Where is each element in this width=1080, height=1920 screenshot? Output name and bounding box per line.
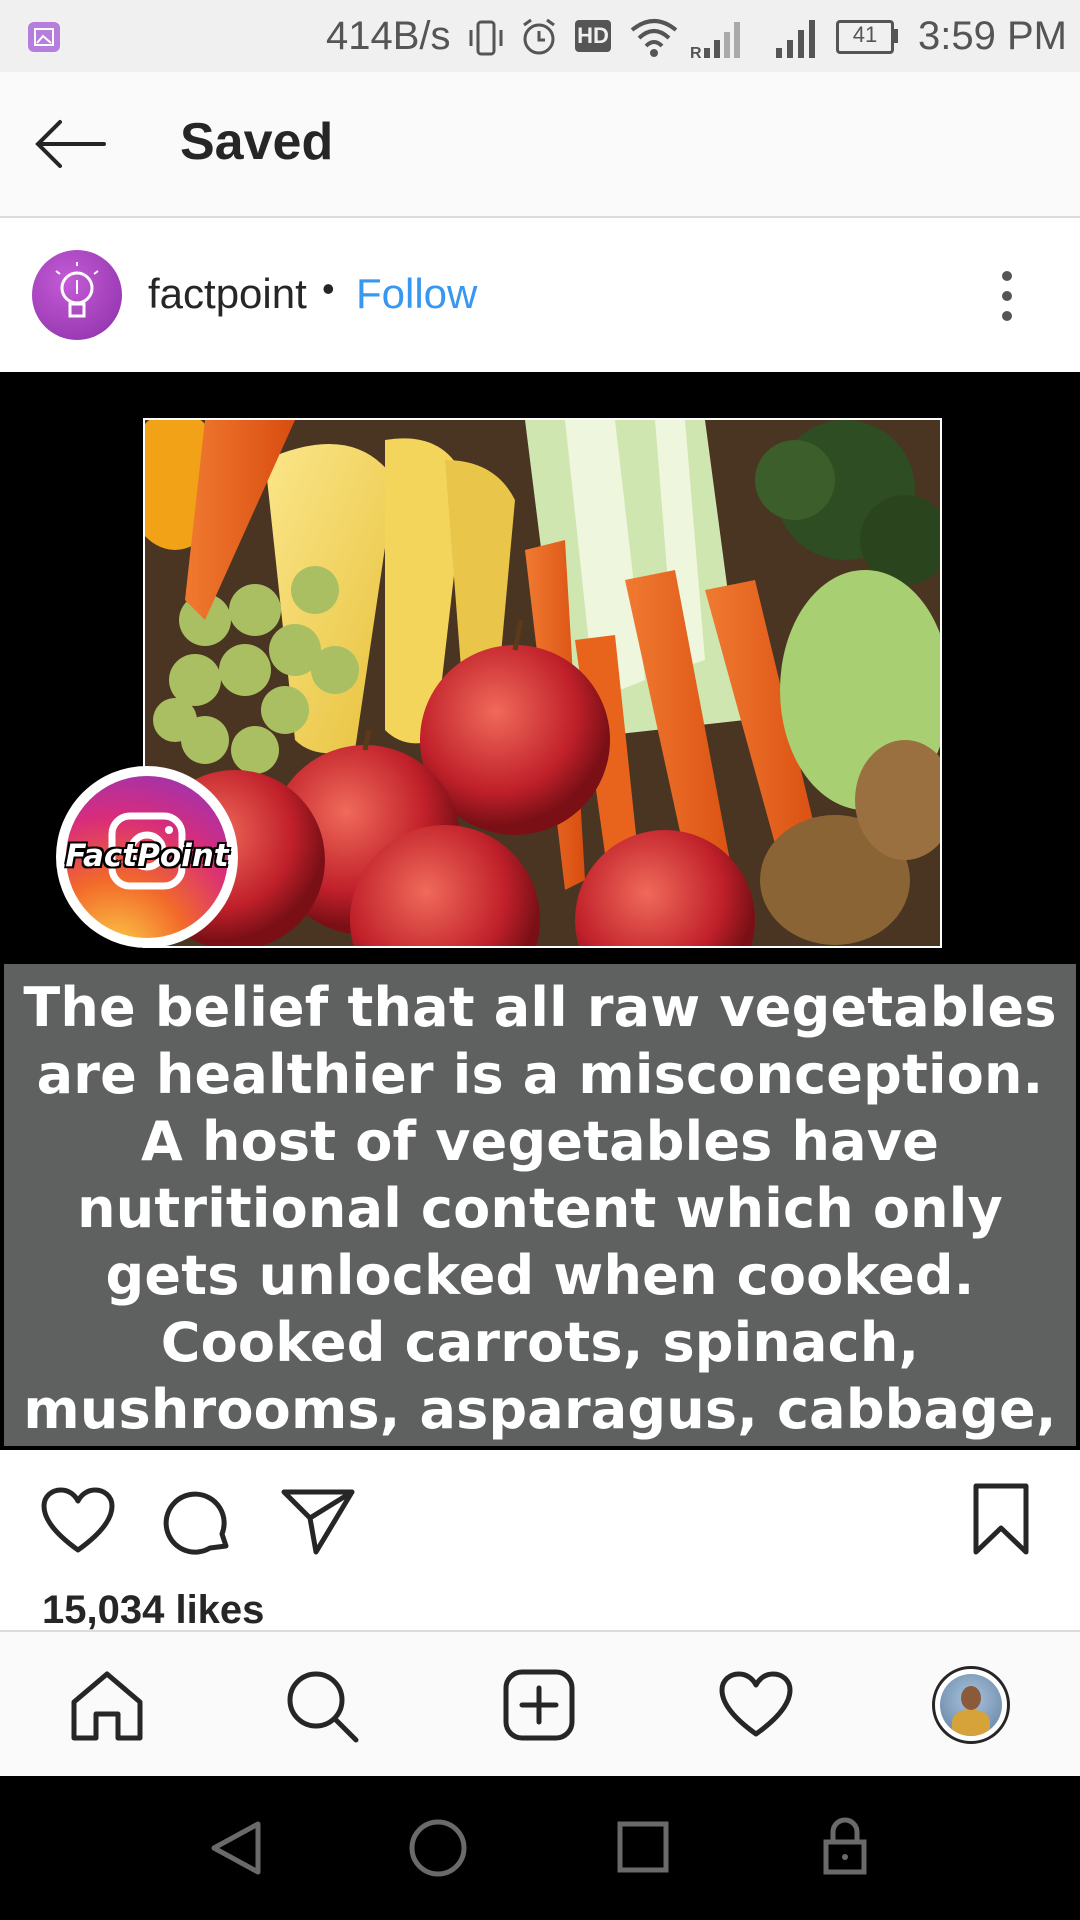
signal-icon [774, 18, 820, 65]
heart-icon[interactable] [40, 1486, 116, 1561]
clock: 3:59 PM [918, 14, 1067, 58]
status-bar: 414B/s HD R 41 3:59 PM [0, 0, 1080, 72]
alarm-icon [518, 16, 560, 63]
app-header: Saved [0, 72, 1080, 218]
factpoint-watermark-text: FactPoint [65, 838, 229, 874]
post-header: factpoint • Follow [0, 218, 1080, 370]
vibrate-icon [466, 18, 506, 63]
profile-avatar[interactable] [932, 1666, 1010, 1744]
system-navigation-bar [0, 1776, 1080, 1920]
svg-text:R: R [690, 45, 702, 60]
gallery-notification-icon [28, 22, 60, 52]
page-title: Saved [180, 113, 334, 171]
bookmark-icon[interactable] [972, 1482, 1030, 1563]
share-icon[interactable] [280, 1486, 356, 1561]
factpoint-logo: FactPoint [56, 766, 238, 948]
more-vertical-icon[interactable] [990, 268, 1024, 324]
like-count[interactable]: 15,034 likes [42, 1588, 264, 1633]
caption-panel: The belief that all raw vegetables are h… [4, 964, 1076, 1575]
back-triangle-icon[interactable] [208, 1818, 264, 1883]
arrow-left-icon[interactable] [32, 116, 112, 172]
produce-photo [143, 418, 942, 948]
signal-roaming-icon: R [690, 18, 750, 65]
lightbulb-icon[interactable] [32, 250, 122, 340]
bottom-navigation [0, 1630, 1080, 1778]
hd-badge: HD [575, 20, 611, 52]
battery-level: 41 [852, 22, 878, 47]
home-icon[interactable] [70, 1668, 144, 1747]
post-username[interactable]: factpoint [148, 270, 307, 318]
wifi-icon [628, 16, 680, 63]
post-image[interactable]: FactPoint The belief that all raw vegeta… [0, 372, 1080, 1575]
comment-icon[interactable] [162, 1488, 234, 1565]
home-circle-icon[interactable] [408, 1818, 468, 1883]
recents-square-icon[interactable] [616, 1820, 670, 1879]
separator-dot: • [322, 268, 335, 309]
lock-icon[interactable] [822, 1814, 868, 1881]
battery-icon: 41 [836, 20, 898, 54]
search-icon[interactable] [284, 1668, 360, 1749]
network-speed: 414B/s [326, 14, 451, 58]
post-actions: 15,034 likes [0, 1450, 1080, 1633]
add-icon[interactable] [502, 1668, 576, 1747]
activity-icon[interactable] [718, 1670, 794, 1745]
follow-button[interactable]: Follow [356, 270, 477, 318]
